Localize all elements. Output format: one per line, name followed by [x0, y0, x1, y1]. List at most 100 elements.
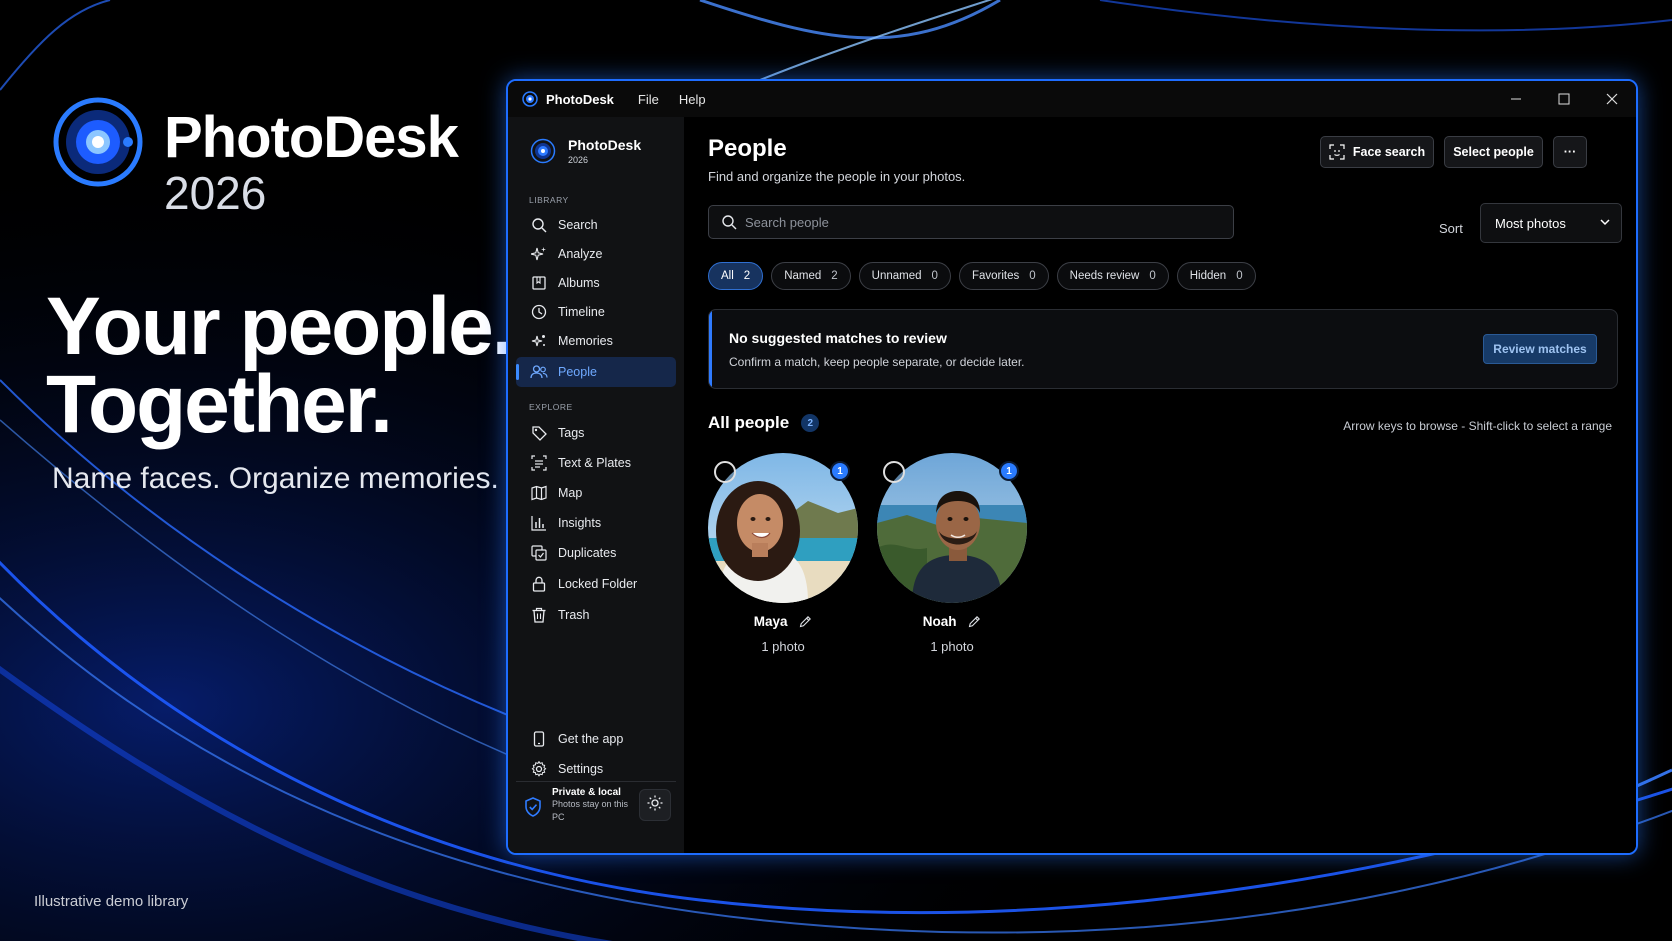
sun-icon	[647, 795, 663, 816]
promo-headline: Your people. Together.	[46, 281, 515, 446]
lock-icon	[530, 575, 548, 593]
tag-icon	[530, 424, 548, 442]
person-name-row: Maya	[708, 614, 858, 631]
sidebar-item-timeline[interactable]: Timeline	[516, 297, 676, 327]
promo-brand-name: PhotoDesk	[164, 105, 459, 170]
sidebar-item-analyze[interactable]: Analyze	[516, 239, 676, 269]
all-people-heading: All people 2	[708, 413, 820, 433]
more-options-button[interactable]: ···	[1553, 136, 1587, 168]
sidebar-item-label: Albums	[558, 276, 600, 290]
sidebar-item-label: Settings	[558, 762, 604, 776]
promo-tagline: Name faces. Organize memories.	[52, 462, 499, 495]
menu-help[interactable]: Help	[679, 92, 706, 107]
theme-toggle-button[interactable]	[639, 789, 671, 821]
gear-icon	[530, 760, 548, 778]
chip-count: 0	[1029, 270, 1036, 282]
minimize-icon[interactable]	[1492, 81, 1540, 117]
notice-title: No suggested matches to review	[729, 330, 947, 346]
person-select-checkbox[interactable]	[883, 461, 905, 483]
photo-count-badge: 1	[830, 461, 850, 481]
sidebar-item-search[interactable]: Search	[516, 210, 676, 240]
sidebar-item-settings[interactable]: Settings	[516, 754, 676, 784]
explore-section-label: EXPLORE	[529, 402, 573, 412]
person-name: Noah	[922, 614, 957, 629]
app-logo-icon	[522, 91, 538, 107]
all-people-label: All people	[708, 413, 790, 432]
filter-chips: All 2 Named 2 Unnamed 0 Favorites 0 Needs re…	[708, 262, 1256, 290]
main-content: People Find and organize the people in y…	[684, 117, 1636, 853]
privacy-title: Private & local	[552, 787, 621, 798]
sidebar: PhotoDesk 2026 LIBRARY Search Analyze Al…	[508, 117, 684, 853]
sidebar-item-label: People	[558, 365, 597, 379]
sidebar-item-memories[interactable]: Memories	[516, 326, 676, 356]
edit-name-pencil-icon[interactable]	[799, 615, 812, 631]
menu-file[interactable]: File	[638, 92, 659, 107]
sidebar-item-locked-folder[interactable]: Locked Folder	[516, 569, 676, 599]
chip-label: Favorites	[971, 270, 1020, 282]
maximize-icon[interactable]	[1540, 81, 1588, 117]
clock-icon	[530, 303, 548, 321]
chip-label: Needs review	[1069, 270, 1140, 282]
filter-chip-all[interactable]: All 2	[708, 262, 764, 290]
sidebar-brand-name: PhotoDesk	[568, 137, 642, 153]
person-name-row: Noah	[877, 614, 1027, 631]
sidebar-item-tags[interactable]: Tags	[516, 418, 676, 448]
chip-label: Hidden	[1189, 270, 1227, 282]
title-app-name: PhotoDesk	[546, 91, 614, 107]
sidebar-item-label: Duplicates	[558, 546, 617, 560]
promo-footnote: Illustrative demo library	[34, 893, 189, 910]
sidebar-divider	[516, 781, 676, 782]
filter-chip-needs-review[interactable]: Needs review 0	[1056, 262, 1169, 290]
select-people-button[interactable]: Select people	[1444, 136, 1543, 168]
people-icon	[530, 363, 548, 381]
sidebar-item-label: Insights	[558, 516, 602, 530]
sidebar-item-insights[interactable]: Insights	[516, 508, 676, 538]
memories-sparkle-icon	[530, 332, 548, 350]
sidebar-item-label: Analyze	[558, 247, 603, 261]
person-photo-count: 1 photo	[761, 639, 805, 654]
review-matches-button[interactable]: Review matches	[1483, 334, 1597, 364]
sidebar-item-label: Trash	[558, 608, 590, 622]
sidebar-item-text-plates[interactable]: Text & Plates	[516, 448, 676, 478]
chip-count: 0	[1236, 270, 1243, 282]
window-controls	[1492, 81, 1636, 117]
sidebar-item-get-the-app[interactable]: Get the app	[516, 724, 676, 754]
chip-label: All	[721, 270, 734, 282]
face-search-button[interactable]: Face search	[1320, 136, 1434, 168]
close-icon[interactable]	[1588, 81, 1636, 117]
sidebar-item-label: Memories	[558, 334, 613, 348]
sidebar-item-label: Search	[558, 218, 598, 232]
phone-icon	[530, 730, 548, 748]
sidebar-item-albums[interactable]: Albums	[516, 268, 676, 298]
all-people-count-badge: 2	[801, 414, 820, 432]
sidebar-item-label: Timeline	[558, 305, 605, 319]
app-window: PhotoDesk File Help PhotoDesk 2026 LIBRA…	[506, 79, 1638, 855]
filter-chip-named[interactable]: Named 2	[771, 262, 851, 290]
sidebar-item-label: Get the app	[558, 732, 624, 746]
page-subtitle: Find and organize the people in your pho…	[708, 169, 966, 184]
sidebar-item-label: Tags	[558, 426, 585, 440]
person-select-checkbox[interactable]	[714, 461, 736, 483]
search-icon	[721, 214, 737, 230]
sort-dropdown[interactable]: Most photos	[1480, 203, 1622, 243]
sidebar-brand: PhotoDesk 2026	[530, 137, 641, 165]
filter-chip-hidden[interactable]: Hidden 0	[1176, 262, 1256, 290]
edit-name-pencil-icon[interactable]	[968, 615, 981, 631]
face-search-label: Face search	[1352, 145, 1426, 159]
headline-line-1: Your people.	[46, 281, 515, 372]
text-scan-icon	[530, 454, 548, 472]
sidebar-item-duplicates[interactable]: Duplicates	[516, 538, 676, 568]
filter-chip-unnamed[interactable]: Unnamed 0	[858, 262, 951, 290]
sidebar-item-map[interactable]: Map	[516, 478, 676, 508]
sort-value: Most photos	[1495, 215, 1566, 231]
sidebar-logo-icon	[530, 138, 556, 164]
search-people-field[interactable]	[708, 205, 1234, 239]
duplicates-icon	[530, 544, 548, 562]
map-icon	[530, 484, 548, 502]
filter-chip-favorites[interactable]: Favorites 0	[958, 262, 1049, 290]
search-people-input[interactable]	[745, 214, 1205, 230]
face-scan-icon	[1329, 144, 1345, 160]
sidebar-item-trash[interactable]: Trash	[516, 600, 676, 630]
sidebar-item-people[interactable]: People	[516, 357, 676, 387]
album-icon	[530, 274, 548, 292]
